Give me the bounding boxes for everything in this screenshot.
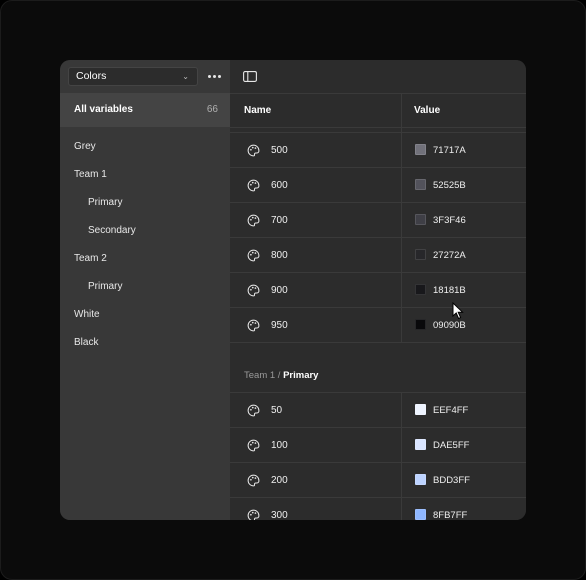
collection-select[interactable]: Colors ⌄ <box>68 67 198 86</box>
sidebar-item-team-1-secondary[interactable]: Secondary <box>88 225 136 236</box>
column-divider[interactable] <box>401 93 402 127</box>
all-variables-count: 66 <box>206 104 218 115</box>
color-swatch[interactable] <box>415 214 426 225</box>
sidebar-item-team-1-primary[interactable]: Primary <box>88 197 122 208</box>
sidebar-item-white[interactable]: White <box>74 309 100 320</box>
table-row[interactable]: 50 EEF4FF <box>230 393 526 428</box>
sidebar-item-team-1[interactable]: Team 1 <box>74 169 107 180</box>
table-row[interactable]: 500 71717A <box>230 133 526 168</box>
all-variables-label: All variables <box>74 104 133 115</box>
sidebar-item-team-2[interactable]: Team 2 <box>74 253 107 264</box>
column-header-name: Name <box>244 105 272 116</box>
palette-icon <box>247 319 260 332</box>
color-swatch[interactable] <box>415 144 426 155</box>
palette-icon <box>247 474 260 487</box>
table-row[interactable]: 600 52525B <box>230 168 526 203</box>
variable-name: 950 <box>271 320 288 331</box>
column-divider <box>401 308 402 342</box>
table-row[interactable]: 300 8FB7FF <box>230 498 526 520</box>
variable-value: 27272A <box>433 250 466 261</box>
sidebar-toggle-icon[interactable] <box>243 71 257 82</box>
palette-icon <box>247 284 260 297</box>
color-swatch[interactable] <box>415 404 426 415</box>
column-divider <box>401 498 402 520</box>
color-swatch[interactable] <box>415 474 426 485</box>
table-header: Name Value <box>230 93 526 128</box>
color-swatch[interactable] <box>415 439 426 450</box>
color-swatch[interactable] <box>415 249 426 260</box>
table-row[interactable]: 950 09090B <box>230 308 526 343</box>
section-title-prefix: Team 1 / <box>244 370 284 381</box>
color-swatch[interactable] <box>415 319 426 330</box>
variable-value: EEF4FF <box>433 405 469 416</box>
variable-name: 600 <box>271 180 288 191</box>
variable-name: 500 <box>271 145 288 156</box>
variable-name: 50 <box>271 405 283 416</box>
column-divider <box>401 428 402 462</box>
variable-name: 800 <box>271 250 288 261</box>
palette-icon <box>247 179 260 192</box>
sidebar-item-grey[interactable]: Grey <box>74 141 96 152</box>
variable-value: 71717A <box>433 145 466 156</box>
column-header-value: Value <box>414 105 441 116</box>
column-divider <box>401 133 402 167</box>
variable-value: 18181B <box>433 285 466 296</box>
group-section-title: Team 1 / Primary <box>244 370 318 381</box>
palette-icon <box>247 404 260 417</box>
palette-icon <box>247 509 260 520</box>
sidebar-header: Colors ⌄ <box>60 60 230 93</box>
sidebar-item-black[interactable]: Black <box>74 337 98 348</box>
section-title-name: Primary <box>283 370 319 381</box>
variables-table-area: Name Value 500 71717A 600 52525B 700 3F3… <box>230 60 526 520</box>
variable-name: 900 <box>271 285 288 296</box>
toolbar <box>230 60 526 94</box>
table-row[interactable]: 700 3F3F46 <box>230 203 526 238</box>
variables-panel: Colors ⌄ All variables 66 Grey Team 1 Pr… <box>60 60 526 520</box>
variable-value: BDD3FF <box>433 475 470 486</box>
variable-value: 09090B <box>433 320 466 331</box>
variable-name: 300 <box>271 510 288 520</box>
collection-select-label: Colors <box>76 70 107 82</box>
variable-value: DAE5FF <box>433 440 470 451</box>
mouse-pointer-icon <box>452 302 464 320</box>
column-divider <box>401 238 402 272</box>
color-swatch[interactable] <box>415 509 426 520</box>
color-swatch[interactable] <box>415 179 426 190</box>
column-divider <box>401 273 402 307</box>
sidebar-item-team-2-primary[interactable]: Primary <box>88 281 122 292</box>
sidebar-item-all-variables[interactable]: All variables 66 <box>60 93 230 127</box>
more-options-icon[interactable] <box>208 71 224 81</box>
table-row[interactable]: 100 DAE5FF <box>230 428 526 463</box>
variable-name: 700 <box>271 215 288 226</box>
table-row[interactable]: 800 27272A <box>230 238 526 273</box>
table-row[interactable]: 900 18181B <box>230 273 526 308</box>
variable-name: 200 <box>271 475 288 486</box>
column-divider <box>401 463 402 497</box>
palette-icon <box>247 249 260 262</box>
chevron-down-icon: ⌄ <box>182 72 189 81</box>
variable-value: 8FB7FF <box>433 510 468 520</box>
color-swatch[interactable] <box>415 284 426 295</box>
palette-icon <box>247 214 260 227</box>
column-divider <box>401 203 402 237</box>
palette-icon <box>247 439 260 452</box>
variable-value: 3F3F46 <box>433 215 466 226</box>
column-divider <box>401 168 402 202</box>
variable-name: 100 <box>271 440 288 451</box>
variable-value: 52525B <box>433 180 466 191</box>
table-row[interactable]: 200 BDD3FF <box>230 463 526 498</box>
sidebar: Colors ⌄ All variables 66 Grey Team 1 Pr… <box>60 60 230 520</box>
column-divider <box>401 393 402 427</box>
palette-icon <box>247 144 260 157</box>
